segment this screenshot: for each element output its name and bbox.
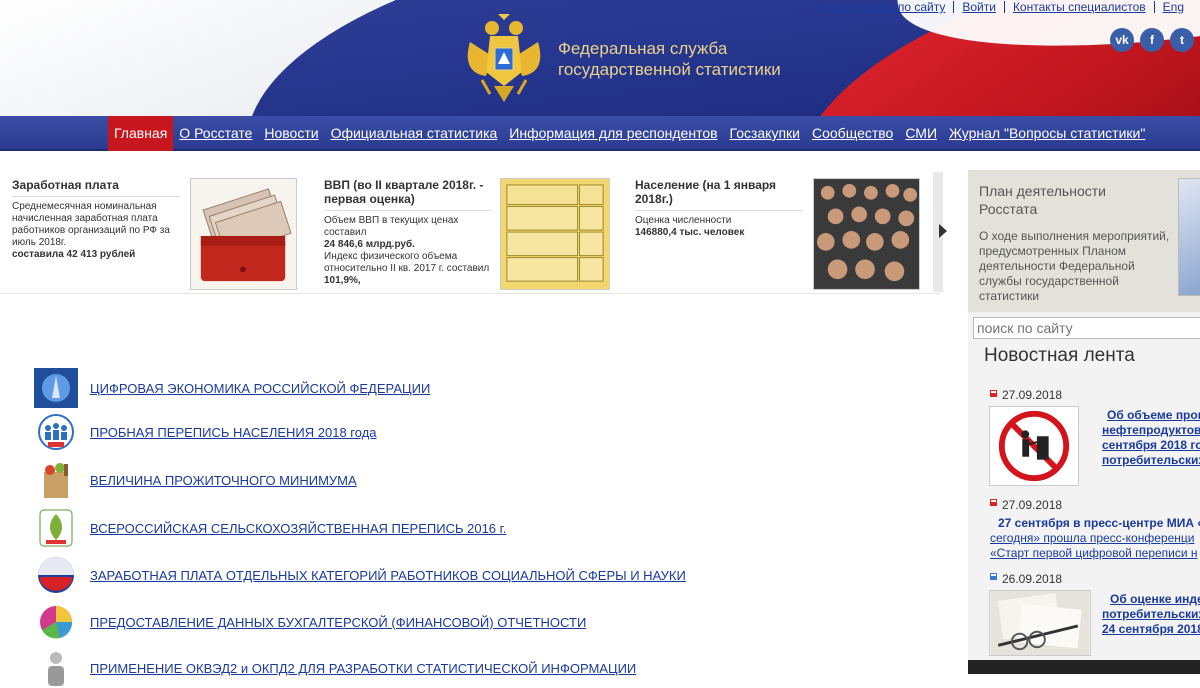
login-link[interactable]: Войти <box>953 1 1004 13</box>
plan-box[interactable]: План деятельности Росстата О ходе выполн… <box>968 170 1200 312</box>
news-date-red-icon <box>990 499 997 506</box>
documents-image[interactable] <box>989 590 1091 656</box>
nav-item-procurement[interactable]: Госзакупки <box>724 116 806 151</box>
slider-next-icon[interactable] <box>939 224 947 238</box>
nav-item-journal[interactable]: Журнал "Вопросы статистики" <box>943 116 1151 151</box>
agri-census-icon <box>34 508 78 548</box>
slide-population-title: Население (на 1 января 2018г.) <box>635 178 777 206</box>
list-item[interactable]: ПРЕДОСТАВЛЕНИЕ ДАННЫХ БУХГАЛТЕРСКОЙ (ФИН… <box>34 602 586 642</box>
list-item[interactable]: ЗАРАБОТНАЯ ПЛАТА ОТДЕЛЬНЫХ КАТЕГОРИЙ РАБ… <box>34 555 686 595</box>
nav-item-news[interactable]: Новости <box>258 116 324 151</box>
list-item-link[interactable]: ЦИФРОВАЯ ЭКОНОМИКА РОССИЙСКОЙ ФЕДЕРАЦИИ <box>90 381 430 396</box>
person-icon <box>34 648 78 688</box>
main-nav: Главная О Росстате Новости Официальная с… <box>0 116 1200 151</box>
slide-population-text: Оценка численности <box>635 215 732 226</box>
news-link-line[interactable]: потребительских <box>1102 453 1200 468</box>
list-item-link[interactable]: ВСЕРОССИЙСКАЯ СЕЛЬСКОХОЗЯЙСТВЕННАЯ ПЕРЕП… <box>90 521 506 536</box>
news-link-line[interactable]: нефтепродуктов <box>1102 423 1200 438</box>
plan-text: О ходе выполнения мероприятий, предусмот… <box>979 229 1170 303</box>
coat-of-arms-icon[interactable] <box>462 12 546 108</box>
facebook-icon[interactable]: f <box>1140 28 1164 52</box>
news-date: 27.09.2018 <box>1002 498 1063 512</box>
news-date-red-icon <box>990 390 997 397</box>
nav-item-community[interactable]: Сообщество <box>806 116 899 151</box>
russia-globe-icon <box>34 555 78 595</box>
pie-chart-icon <box>34 602 78 642</box>
slide-salary-text: Среднемесячная номинальная начисленная з… <box>12 201 170 248</box>
list-item[interactable]: ВЕЛИЧИНА ПРОЖИТОЧНОГО МИНИМУМА <box>34 460 357 500</box>
news-link-line[interactable]: Об объеме прои <box>1107 408 1200 423</box>
news-feed-title: Новостная лента <box>984 345 1135 366</box>
stats-slider: Заработная плата Среднемесячная номиналь… <box>0 170 940 294</box>
list-item-link[interactable]: ПРОБНАЯ ПЕРЕПИСЬ НАСЕЛЕНИЯ 2018 года <box>90 425 377 440</box>
news-link-line[interactable]: 24 сентября 2018 <box>1102 622 1200 637</box>
slide-gdp-text2: Индекс физического объема относительно I… <box>324 251 490 274</box>
news-text-line: 27 сентября в пресс-центре МИА « <box>998 516 1200 530</box>
nav-item-about[interactable]: О Росстате <box>173 116 258 151</box>
news-link-line[interactable]: Об оценке инде <box>1110 592 1200 607</box>
plan-title: План деятельности Росстата <box>979 183 1106 217</box>
slide-population[interactable]: Население (на 1 января 2018г.) Оценка чи… <box>635 178 803 239</box>
vk-icon[interactable]: vk <box>1110 28 1134 52</box>
list-item-link[interactable]: ПРИМЕНЕНИЕ ОКВЭД2 и ОКПД2 ДЛЯ РАЗРАБОТКИ… <box>90 661 636 676</box>
list-item-link[interactable]: ПРЕДОСТАВЛЕНИЕ ДАННЫХ БУХГАЛТЕРСКОЙ (ФИН… <box>90 615 586 630</box>
news-link-line[interactable]: сентября 2018 го <box>1102 438 1200 453</box>
social-links: vk f t <box>1110 28 1194 52</box>
news-link-line[interactable]: потребительских <box>1102 607 1200 622</box>
gdp-table-image[interactable] <box>500 178 610 290</box>
money-wallet-image[interactable] <box>190 178 297 290</box>
slide-salary-title: Заработная плата <box>12 178 119 192</box>
news-link-line[interactable]: «Старт первой цифровой переписи н <box>990 546 1198 561</box>
nav-item-official-stats[interactable]: Официальная статистика <box>325 116 504 151</box>
fuel-sign-image[interactable] <box>989 406 1079 486</box>
list-item-link[interactable]: ВЕЛИЧИНА ПРОЖИТОЧНОГО МИНИМУМА <box>90 473 357 488</box>
slide-gdp-title: ВВП (во II квартале 2018г. - первая оцен… <box>324 178 484 206</box>
slide-gdp-value1: 24 846,6 млрд.руб. <box>324 239 415 250</box>
bottom-dark-strip <box>968 660 1200 674</box>
twitter-icon[interactable]: t <box>1170 28 1194 52</box>
site-title-line2: государственной статистики <box>558 60 781 79</box>
crowd-image[interactable] <box>813 178 920 290</box>
news-date: 27.09.2018 <box>1002 388 1063 402</box>
list-item[interactable]: ПРОБНАЯ ПЕРЕПИСЬ НАСЕЛЕНИЯ 2018 года <box>34 412 377 452</box>
nav-item-respondents[interactable]: Информация для респондентов <box>503 116 723 151</box>
slide-population-value: 146880,4 тыс. человек <box>635 227 745 238</box>
census-icon <box>34 412 78 452</box>
list-item[interactable]: ПРИМЕНЕНИЕ ОКВЭД2 и ОКПД2 ДЛЯ РАЗРАБОТКИ… <box>34 648 636 688</box>
slide-gdp-text1: Объем ВВП в текущих ценах составил <box>324 215 459 238</box>
nav-item-media[interactable]: СМИ <box>899 116 943 151</box>
slide-gdp[interactable]: ВВП (во II квартале 2018г. - первая оцен… <box>324 178 492 287</box>
search-input[interactable] <box>973 317 1200 339</box>
english-link[interactable]: Eng <box>1153 1 1192 13</box>
slide-salary-value: составила 42 413 рублей <box>12 249 136 260</box>
news-date: 26.09.2018 <box>1002 572 1063 586</box>
grocery-bag-icon <box>34 460 78 500</box>
news-date-blue-icon <box>990 573 997 580</box>
news-link-line[interactable]: сегодня» прошла пресс-конференци <box>990 531 1194 546</box>
contacts-link[interactable]: Контакты специалистов <box>1003 1 1154 13</box>
nav-item-home[interactable]: Главная <box>108 116 174 151</box>
list-item[interactable]: ВСЕРОССИЙСКАЯ СЕЛЬСКОХОЗЯЙСТВЕННАЯ ПЕРЕП… <box>34 508 506 548</box>
site-title-line1: Федеральная служба <box>558 39 728 58</box>
list-item-link[interactable]: ЗАРАБОТНАЯ ПЛАТА ОТДЕЛЬНЫХ КАТЕГОРИЙ РАБ… <box>90 568 686 583</box>
slide-salary[interactable]: Заработная плата Среднемесячная номиналь… <box>12 178 180 261</box>
list-item[interactable]: ЦИФРОВАЯ ЭКОНОМИКА РОССИЙСКОЙ ФЕДЕРАЦИИ <box>34 368 430 408</box>
site-header: Федеральная служба государственной стати… <box>0 0 1200 116</box>
site-title[interactable]: Федеральная служба государственной стати… <box>558 38 781 80</box>
slide-gdp-value2: 101,9%, <box>324 275 361 286</box>
plan-image <box>1178 178 1200 296</box>
site-guide-link[interactable]: Путеводитель по сайту <box>809 1 954 13</box>
digital-economy-icon <box>34 368 78 408</box>
top-links: Путеводитель по сайту Войти Контакты спе… <box>809 0 1192 13</box>
